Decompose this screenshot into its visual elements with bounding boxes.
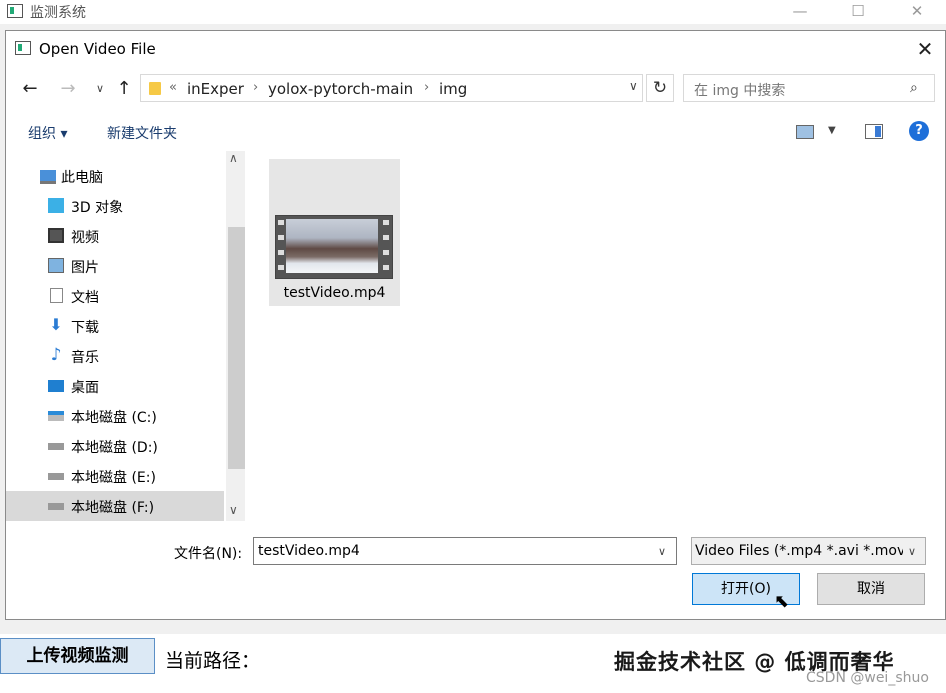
search-input[interactable]: 在 img 中搜索 ⌕ xyxy=(683,74,935,102)
view-chevron-down-icon[interactable]: ▼ xyxy=(828,125,836,136)
app-icon xyxy=(7,4,23,18)
main-title-bar: 监测系统 — ☐ ✕ xyxy=(0,0,946,24)
scrollbar-thumb[interactable] xyxy=(228,227,245,469)
mouse-cursor-icon: ⬉ xyxy=(774,591,790,612)
breadcrumb-overflow[interactable]: « xyxy=(169,80,177,95)
nav-item-drive-c[interactable]: 本地磁盘 (C:) xyxy=(6,401,224,431)
nav-item-music[interactable]: ♪ 音乐 xyxy=(6,341,224,371)
current-path-label: 当前路径： xyxy=(165,650,261,672)
navigation-pane: 此电脑 3D 对象 视频 图片 文档 ⬇ 下载 ♪ 音乐 桌面 本地磁盘 (C:… xyxy=(6,149,246,521)
dialog-close-icon[interactable]: ✕ xyxy=(912,37,938,63)
filename-label: 文件名(N): xyxy=(174,546,243,562)
nav-item-label: 桌面 xyxy=(71,380,99,396)
nav-item-label: 本地磁盘 (F:) xyxy=(71,500,155,516)
nav-item-videos[interactable]: 视频 xyxy=(6,221,224,251)
cancel-button[interactable]: 取消 xyxy=(817,573,925,605)
drive-icon xyxy=(48,503,64,510)
nav-pane-scrollbar[interactable]: ∧ ∨ xyxy=(226,151,245,521)
watermark-sub: CSDN @wei_shuo xyxy=(806,670,929,686)
nav-item-label: 3D 对象 xyxy=(71,200,124,216)
folder-icon xyxy=(149,82,161,95)
nav-item-label: 本地磁盘 (E:) xyxy=(71,470,156,486)
nav-item-pictures[interactable]: 图片 xyxy=(6,251,224,281)
3d-objects-icon xyxy=(48,198,64,213)
scroll-down-chevron-icon[interactable]: ∨ xyxy=(229,503,238,517)
forward-arrow-icon[interactable]: → xyxy=(56,79,80,101)
computer-icon xyxy=(40,170,56,184)
breadcrumb-separator-icon[interactable]: › xyxy=(253,80,258,95)
new-folder-button[interactable]: 新建文件夹 xyxy=(107,123,177,143)
nav-item-label: 视频 xyxy=(71,230,99,246)
breadcrumb-item[interactable]: yolox-pytorch-main xyxy=(268,80,413,98)
nav-item-label: 本地磁盘 (D:) xyxy=(71,440,158,456)
filename-chevron-down-icon[interactable]: ∨ xyxy=(658,545,666,558)
scroll-up-chevron-icon[interactable]: ∧ xyxy=(229,151,238,165)
organize-menu[interactable]: 组织 ▾ xyxy=(28,123,67,143)
nav-item-label: 图片 xyxy=(71,260,99,276)
nav-item-drive-f[interactable]: 本地磁盘 (F:) xyxy=(6,491,224,521)
nav-item-label: 音乐 xyxy=(71,350,99,366)
back-arrow-icon[interactable]: ← xyxy=(18,79,42,101)
address-bar[interactable]: « inExper › yolox-pytorch-main › img ∨ xyxy=(140,74,643,102)
maximize-icon[interactable]: ☐ xyxy=(838,0,878,22)
filename-value: testVideo.mp4 xyxy=(258,543,360,559)
view-options-icon[interactable] xyxy=(796,125,814,139)
file-type-select[interactable]: Video Files (*.mp4 *.avi *.mov) ∨ xyxy=(691,537,926,565)
refresh-icon[interactable]: ↻ xyxy=(646,74,674,102)
nav-item-label: 下载 xyxy=(71,320,99,336)
music-icon: ♪ xyxy=(50,345,62,365)
video-thumbnail xyxy=(286,219,378,273)
preview-pane-icon[interactable] xyxy=(865,124,883,139)
filename-input[interactable]: testVideo.mp4 ∨ xyxy=(253,537,677,565)
documents-icon xyxy=(50,288,63,303)
open-file-dialog: Open Video File ✕ ← → ∨ ↑ « inExper › yo… xyxy=(5,30,946,620)
search-placeholder: 在 img 中搜索 xyxy=(694,83,786,99)
main-window-title: 监测系统 xyxy=(30,5,86,21)
file-type-chevron-down-icon[interactable]: ∨ xyxy=(908,545,916,558)
up-arrow-icon[interactable]: ↑ xyxy=(112,79,136,101)
dialog-title: Open Video File xyxy=(39,40,156,58)
dialog-app-icon xyxy=(15,41,31,55)
desktop-icon xyxy=(48,380,64,392)
help-icon[interactable]: ? xyxy=(909,121,929,141)
breadcrumb-item[interactable]: img xyxy=(439,80,467,98)
nav-item-downloads[interactable]: ⬇ 下载 xyxy=(6,311,224,341)
nav-item-this-pc[interactable]: 此电脑 xyxy=(6,161,224,191)
recent-chevron-down-icon[interactable]: ∨ xyxy=(88,79,112,101)
close-icon[interactable]: ✕ xyxy=(897,0,937,22)
drive-icon xyxy=(48,443,64,450)
address-chevron-down-icon[interactable]: ∨ xyxy=(629,79,638,93)
nav-item-desktop[interactable]: 桌面 xyxy=(6,371,224,401)
minimize-icon[interactable]: — xyxy=(780,0,820,22)
file-item[interactable]: testVideo.mp4 xyxy=(269,159,400,306)
breadcrumb-separator-icon[interactable]: › xyxy=(424,80,429,95)
nav-item-label: 本地磁盘 (C:) xyxy=(71,410,157,426)
pictures-icon xyxy=(48,258,64,273)
nav-item-label: 文档 xyxy=(71,290,99,306)
nav-item-label: 此电脑 xyxy=(61,170,103,186)
videos-icon xyxy=(48,228,64,243)
file-name: testVideo.mp4 xyxy=(283,285,386,301)
breadcrumb-item[interactable]: inExper xyxy=(187,80,244,98)
drive-c-icon xyxy=(48,411,64,421)
upload-video-button[interactable]: 上传视频监测 xyxy=(0,638,155,674)
nav-item-documents[interactable]: 文档 xyxy=(6,281,224,311)
file-type-value: Video Files (*.mp4 *.avi *.mov) xyxy=(695,543,903,559)
nav-item-drive-d[interactable]: 本地磁盘 (D:) xyxy=(6,431,224,461)
video-file-icon xyxy=(275,215,393,279)
nav-item-drive-e[interactable]: 本地磁盘 (E:) xyxy=(6,461,224,491)
nav-item-3d-objects[interactable]: 3D 对象 xyxy=(6,191,224,221)
download-icon: ⬇ xyxy=(49,315,63,334)
search-icon[interactable]: ⌕ xyxy=(910,80,918,96)
drive-icon xyxy=(48,473,64,480)
